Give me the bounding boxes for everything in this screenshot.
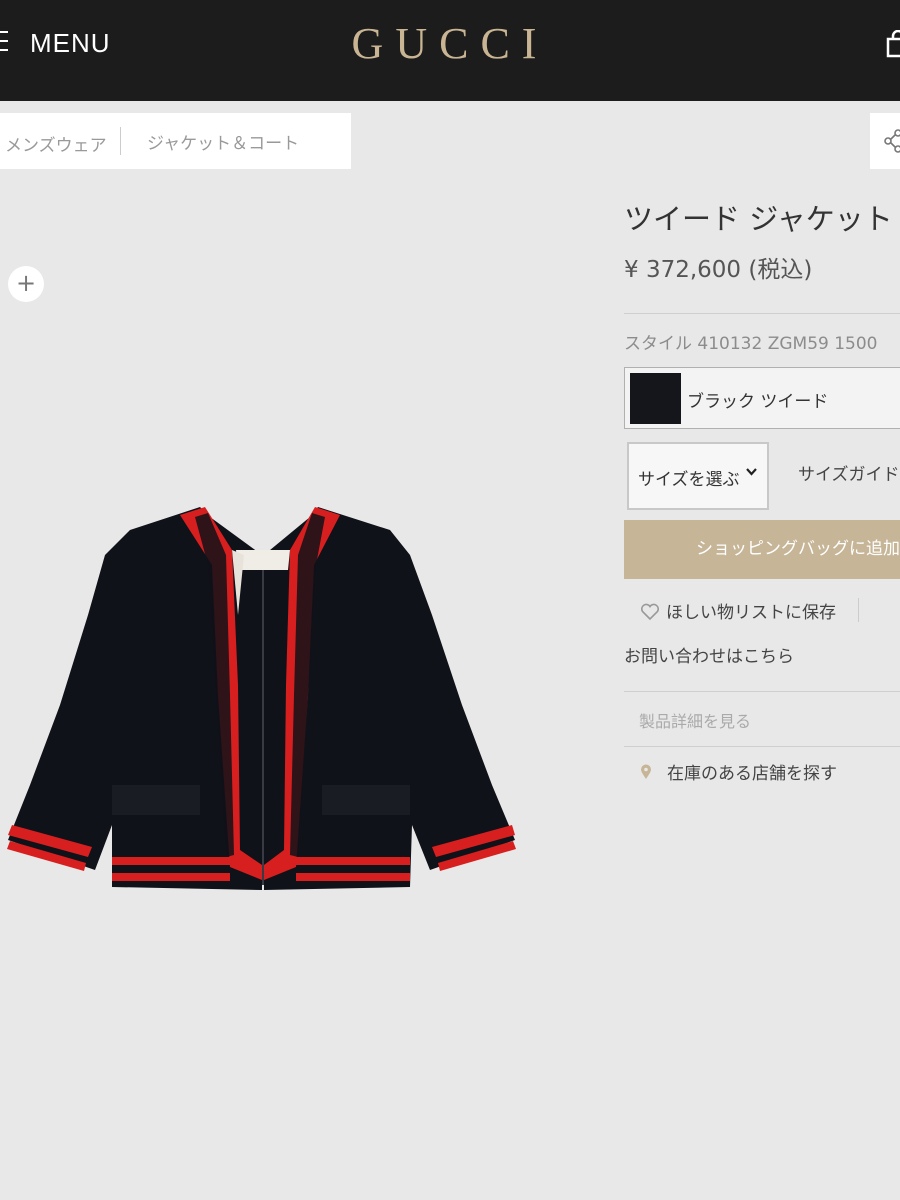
wishlist-button[interactable]: ほしい物リストに保存 [640,598,836,623]
color-selector[interactable]: ブラック ツイード [624,367,900,429]
breadcrumb: メンズウェア ジャケット＆コート [0,113,351,169]
product-details-link[interactable]: 製品詳細を見る [639,708,751,732]
color-swatch[interactable] [630,373,681,424]
size-select[interactable]: サイズを選ぶ [627,442,769,510]
product-image[interactable] [0,495,530,905]
chevron-down-icon [746,468,757,476]
color-name: ブラック ツイード [687,392,829,412]
heart-icon [640,603,660,621]
product-title: ツイード ジャケット [624,202,893,236]
location-pin-icon [641,764,651,779]
zoom-button[interactable]: + [8,266,44,302]
breadcrumb-jackets-coats[interactable]: ジャケット＆コート [147,129,299,154]
add-to-bag-button[interactable]: ショッピングバッグに追加 [624,520,900,579]
style-code: スタイル 410132 ZGM59 1500 [624,334,878,354]
wishlist-label: ほしい物リストに保存 [666,603,836,623]
contact-link[interactable]: お問い合わせはこちら [624,642,794,667]
divider [858,598,859,622]
site-header: MENU GUCCI [0,0,900,101]
divider [624,313,900,314]
divider [624,691,900,692]
breadcrumb-mens-wear[interactable]: メンズウェア [5,131,107,156]
shopping-bag-icon[interactable] [884,30,900,58]
gucci-logo[interactable]: GUCCI [0,18,900,69]
find-store-link[interactable]: 在庫のある店舗を探す [640,759,837,784]
share-icon [884,129,900,153]
plus-icon: + [15,269,37,297]
breadcrumb-divider [120,127,121,155]
size-select-label: サイズを選ぶ [638,470,740,490]
find-store-label: 在庫のある店舗を探す [667,764,837,784]
share-button[interactable] [870,113,900,169]
size-guide-link[interactable]: サイズガイド [798,460,900,485]
divider [624,746,900,747]
product-price: ¥ 372,600 (税込) [624,257,813,283]
